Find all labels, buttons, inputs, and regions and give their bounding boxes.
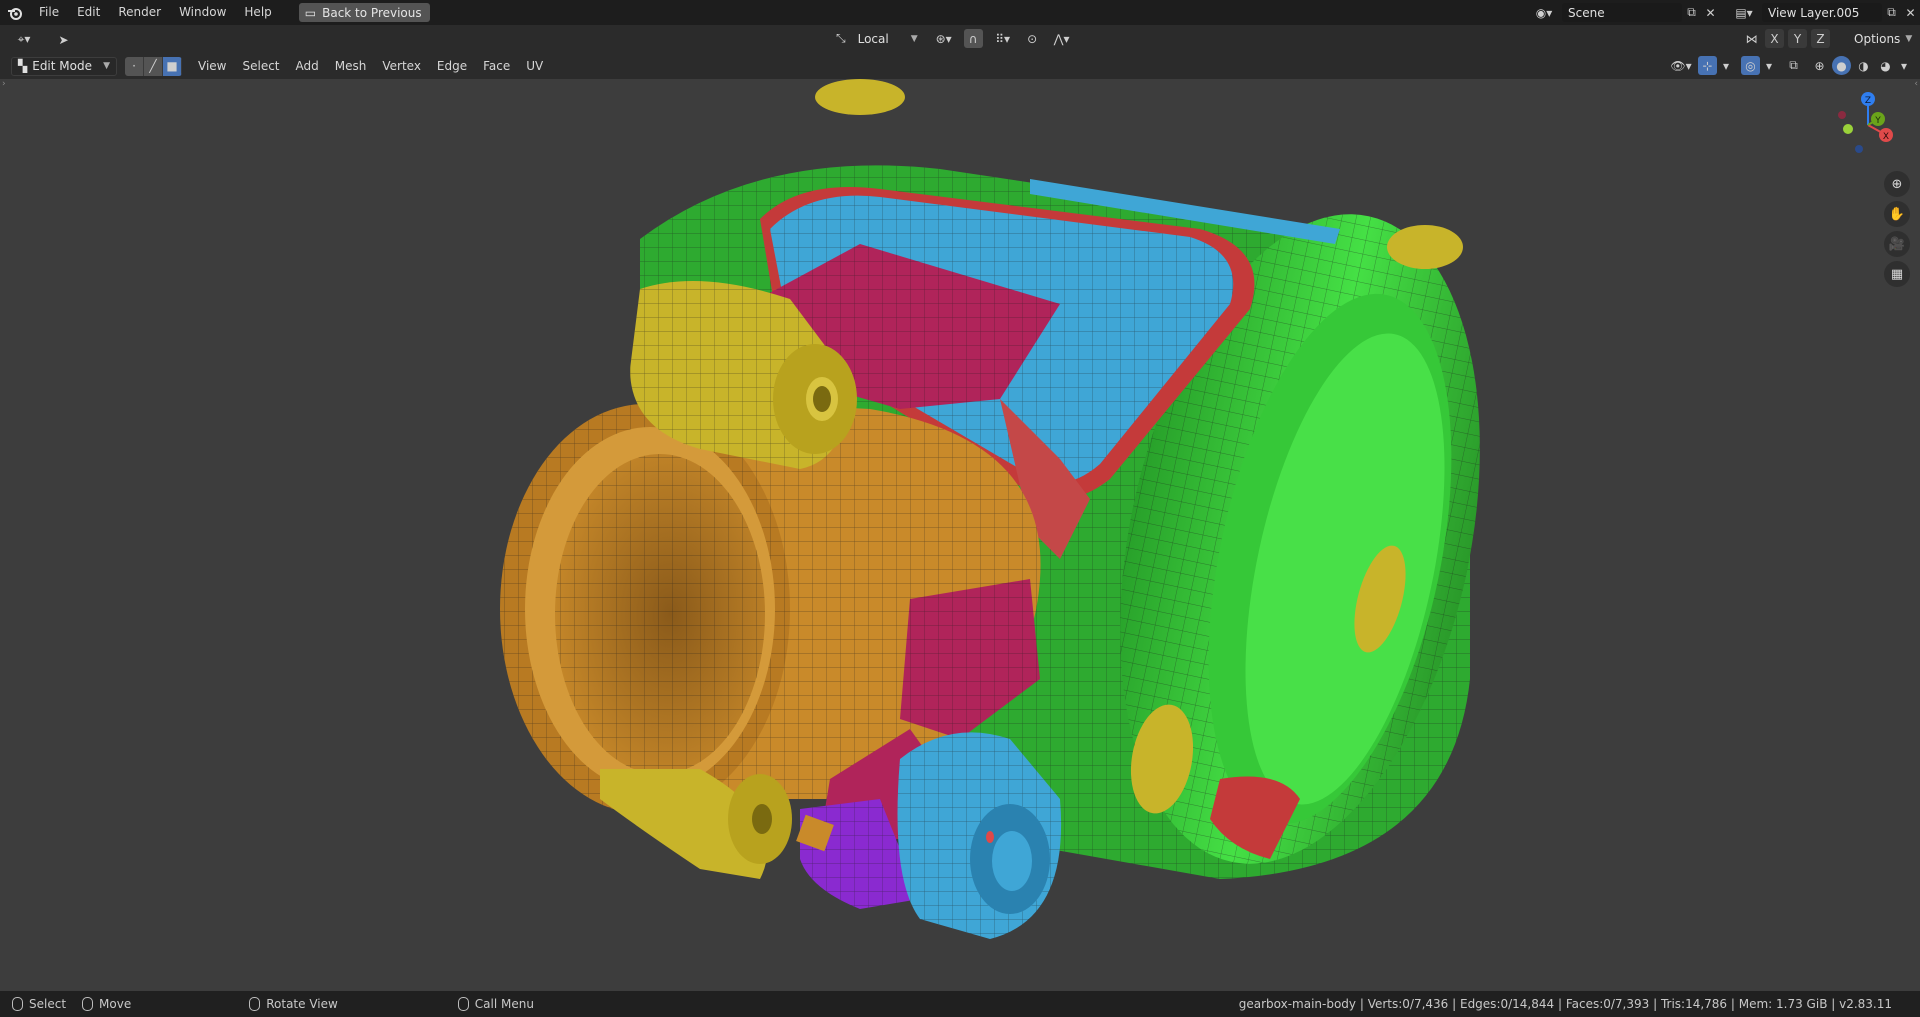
- new-scene-icon[interactable]: ⧉: [1682, 3, 1701, 22]
- mouse-right-icon: [457, 997, 469, 1011]
- face-select-icon[interactable]: ■: [163, 56, 182, 76]
- view-layer-browse-icon[interactable]: ▤▾: [1730, 3, 1758, 22]
- navigation-gizmo[interactable]: Z X Y: [1822, 89, 1902, 169]
- menu-mesh[interactable]: Mesh: [327, 59, 375, 73]
- chevron-down-icon: ▼: [910, 33, 918, 44]
- mode-dropdown[interactable]: ▚ Edit Mode ▼: [11, 56, 117, 76]
- status-call-menu-label: Call Menu: [474, 997, 534, 1011]
- proportional-edit-icon[interactable]: ⊙: [1023, 29, 1042, 48]
- zoom-icon[interactable]: ⊕: [1884, 171, 1910, 197]
- menu-edit[interactable]: Edit: [68, 0, 109, 25]
- scene-statistics: gearbox-main-body | Verts:0/7,436 | Edge…: [1238, 997, 1892, 1011]
- status-select-label: Select: [29, 997, 67, 1011]
- transform-orientation-dropdown[interactable]: Local ▼: [852, 29, 924, 48]
- menu-face[interactable]: Face: [475, 59, 518, 73]
- mirror-z-label: Z: [1816, 31, 1825, 46]
- chevron-down-icon[interactable]: ▾: [1763, 56, 1775, 75]
- back-to-previous-button[interactable]: ▭ Back to Previous: [298, 3, 430, 22]
- solid-shading-icon[interactable]: ●: [1832, 56, 1851, 75]
- vertex-select-icon[interactable]: ·: [125, 56, 144, 76]
- 3d-viewport[interactable]: Z X Y ⊕ ✋ 🎥 ▦ › ‹: [0, 79, 1920, 991]
- chevron-down-icon: ▼: [103, 61, 110, 71]
- overlays-toggle-icon[interactable]: ◎: [1741, 56, 1760, 75]
- gizmo-y-label: Y: [1874, 116, 1881, 126]
- top-menu-bar: File Edit Render Window Help ▭ Back to P…: [0, 0, 1920, 25]
- mouse-middle-icon: [249, 997, 261, 1011]
- menu-add[interactable]: Add: [288, 59, 327, 73]
- mouse-drag-icon: [82, 997, 94, 1011]
- options-dropdown[interactable]: Options ▼: [1848, 29, 1913, 48]
- falloff-icon[interactable]: ⋀▾: [1048, 29, 1076, 48]
- status-rotate: Rotate View: [249, 997, 338, 1011]
- view-layer-name-field[interactable]: View Layer.005: [1762, 3, 1882, 22]
- delete-view-layer-icon[interactable]: ✕: [1901, 3, 1920, 22]
- chevron-down-icon[interactable]: ▾: [1720, 56, 1732, 75]
- tool-header: ⌖▾ ➤ ⤡ Local ▼ ⊛▾ ∩ ⠿▾ ⊙ ⋀▾ ⋈ X Y Z Opti…: [0, 25, 1920, 53]
- menu-help[interactable]: Help: [235, 0, 280, 25]
- delete-scene-icon[interactable]: ✕: [1701, 3, 1720, 22]
- visibility-icon[interactable]: 👁▾: [1667, 56, 1695, 75]
- scene-browse-icon[interactable]: ◉▾: [1530, 3, 1558, 22]
- new-view-layer-icon[interactable]: ⧉: [1882, 3, 1901, 22]
- edge-select-icon[interactable]: ╱: [144, 56, 163, 76]
- status-rotate-label: Rotate View: [266, 997, 338, 1011]
- camera-view-icon[interactable]: 🎥: [1884, 231, 1910, 257]
- status-move: Move: [82, 997, 131, 1011]
- select-mode-group: · ╱ ■: [125, 56, 182, 76]
- screen-icon: ▭: [304, 5, 317, 20]
- pivot-point-icon[interactable]: ⊛▾: [930, 29, 958, 48]
- material-shading-icon[interactable]: ◑: [1854, 56, 1873, 75]
- menu-select[interactable]: Select: [234, 59, 287, 73]
- menu-edge[interactable]: Edge: [429, 59, 475, 73]
- edit-mode-icon: ▚: [18, 59, 28, 73]
- menu-file[interactable]: File: [30, 0, 68, 25]
- mode-label: Edit Mode: [32, 59, 92, 73]
- sidebar-expand-icon[interactable]: ‹: [1914, 79, 1918, 89]
- chevron-down-icon[interactable]: ▾: [1898, 56, 1910, 75]
- wireframe-shading-icon[interactable]: ⊕: [1810, 56, 1829, 75]
- menu-window[interactable]: Window: [170, 0, 235, 25]
- ortho-grid-icon[interactable]: ▦: [1884, 261, 1910, 287]
- scene-name-label: Scene: [1568, 5, 1605, 20]
- mouse-left-icon: [12, 997, 23, 1011]
- status-select: Select: [12, 997, 66, 1011]
- viewport-header: ▚ Edit Mode ▼ · ╱ ■ View Select Add Mesh…: [0, 53, 1920, 79]
- rendered-shading-icon[interactable]: ◕: [1876, 56, 1895, 75]
- mirror-icon[interactable]: ⋈: [1742, 29, 1761, 48]
- snap-toggle-icon[interactable]: ∩: [963, 29, 983, 48]
- gizmo-z-label: Z: [1865, 96, 1871, 106]
- snap-target-icon[interactable]: ⠿▾: [989, 29, 1017, 48]
- mirror-y-label: Y: [1793, 31, 1802, 46]
- chevron-down-icon: ▼: [1905, 33, 1913, 44]
- mesh-model[interactable]: [0, 79, 1920, 991]
- menu-view[interactable]: View: [190, 59, 234, 73]
- options-label: Options: [1854, 31, 1901, 46]
- editor-type-icon[interactable]: ⌖▾: [10, 30, 38, 49]
- xray-toggle-icon[interactable]: ⧉: [1784, 56, 1803, 75]
- view-layer-name-label: View Layer.005: [1768, 5, 1860, 20]
- mirror-y-toggle[interactable]: Y: [1788, 29, 1807, 48]
- pan-hand-icon[interactable]: ✋: [1884, 201, 1910, 227]
- scene-name-field[interactable]: Scene: [1562, 3, 1682, 22]
- toolbar-expand-icon[interactable]: ›: [2, 79, 6, 89]
- status-call-menu: Call Menu: [457, 997, 534, 1011]
- back-to-previous-label: Back to Previous: [322, 5, 422, 20]
- blender-logo-icon[interactable]: [0, 0, 30, 25]
- transform-orientation-label: Local: [857, 31, 889, 46]
- select-tool-icon[interactable]: ➤: [54, 30, 73, 49]
- status-bar: Select Move Rotate View Call Menu gearbo…: [0, 991, 1920, 1017]
- mirror-x-label: X: [1770, 31, 1779, 46]
- gizmo-x-label: X: [1883, 132, 1889, 142]
- mirror-z-toggle[interactable]: Z: [1811, 29, 1830, 48]
- mirror-x-toggle[interactable]: X: [1765, 29, 1784, 48]
- orientation-icon: ⤡: [836, 31, 846, 45]
- menu-render[interactable]: Render: [109, 0, 170, 25]
- status-move-label: Move: [99, 997, 132, 1011]
- gizmo-toggle-icon[interactable]: ⊹: [1698, 56, 1717, 75]
- menu-uv[interactable]: UV: [518, 59, 551, 73]
- menu-vertex[interactable]: Vertex: [374, 59, 429, 73]
